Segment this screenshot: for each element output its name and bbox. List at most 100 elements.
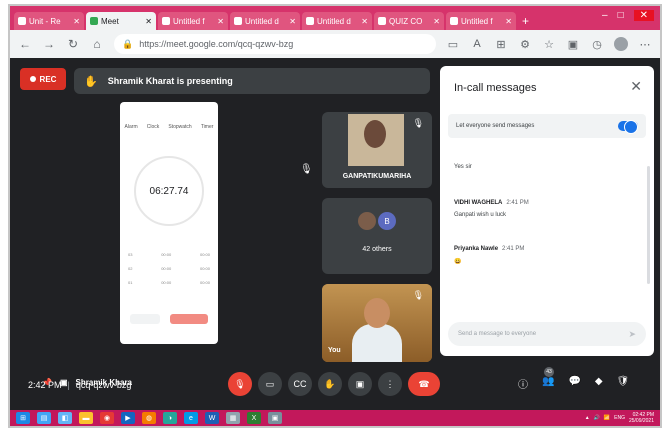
leave-call-button[interactable]: ☎ bbox=[408, 372, 440, 396]
activities-icon[interactable]: ◆ bbox=[595, 376, 603, 391]
tab[interactable]: Untitled d ✕ bbox=[302, 12, 372, 30]
self-tile[interactable]: 🎙 You bbox=[322, 284, 432, 362]
captions-button[interactable]: CC bbox=[288, 372, 312, 396]
participant-tile[interactable]: 🎙 GANPATIKUMARIHA bbox=[322, 112, 432, 188]
more-menu-icon[interactable]: ⋯ bbox=[638, 38, 652, 51]
apps-icon[interactable]: ⊞ bbox=[494, 38, 508, 51]
mic-off-icon: 🎙 bbox=[300, 164, 313, 175]
tab-close-icon[interactable]: ✕ bbox=[289, 17, 296, 26]
tab-close-icon[interactable]: ✕ bbox=[217, 17, 224, 26]
mic-toggle-button[interactable]: 🎙 bbox=[228, 372, 252, 396]
volume-icon[interactable]: 🔊 bbox=[594, 415, 600, 421]
lap-row: 02 00:00 00:00 bbox=[128, 266, 210, 272]
tab-active[interactable]: Meet ✕ bbox=[86, 12, 156, 30]
maximize-button[interactable]: □ bbox=[618, 10, 624, 21]
tab-close-icon[interactable]: ✕ bbox=[145, 17, 152, 26]
history-icon[interactable]: ◷ bbox=[590, 38, 604, 51]
new-tab-button[interactable]: + bbox=[522, 12, 529, 30]
send-icon[interactable]: ➤ bbox=[628, 329, 636, 340]
avatar bbox=[358, 212, 376, 230]
stopwatch-tab: Timer bbox=[200, 124, 214, 130]
tab[interactable]: Untitled f ✕ bbox=[158, 12, 228, 30]
chrome-icon[interactable]: ◉ bbox=[100, 412, 114, 424]
lap-time: 00:00 bbox=[161, 252, 172, 257]
collections-icon[interactable]: ▣ bbox=[566, 38, 580, 51]
close-icon[interactable]: ✕ bbox=[630, 78, 642, 95]
self-name: You bbox=[328, 347, 341, 354]
home-icon[interactable]: ⌂ bbox=[90, 37, 104, 51]
meeting-time: 2:42 PM bbox=[28, 380, 62, 390]
chat-message-input[interactable]: Send a message to everyone ➤ bbox=[448, 322, 646, 346]
excel-icon[interactable]: X bbox=[247, 412, 261, 424]
chat-scrollbar[interactable] bbox=[647, 166, 650, 284]
main-presentation: Alarm Clock Stopwatch Timer 06:27.74 03 0… bbox=[20, 102, 320, 387]
tab[interactable]: Unit - Re ✕ bbox=[14, 12, 84, 30]
app-icon[interactable]: ▣ bbox=[268, 412, 282, 424]
taskbar-clock[interactable]: 02:42 PM 25/09/2021 bbox=[629, 412, 654, 424]
chat-setting-toggle[interactable] bbox=[618, 120, 638, 134]
tab[interactable]: Untitled d ✕ bbox=[230, 12, 300, 30]
task-view-icon[interactable]: ▤ bbox=[37, 412, 51, 424]
others-tile[interactable]: B 42 others bbox=[322, 198, 432, 274]
camera-icon[interactable]: ▭ bbox=[446, 38, 460, 51]
language-indicator[interactable]: ENG bbox=[614, 415, 625, 421]
app-icon[interactable]: ◧ bbox=[58, 412, 72, 424]
tab-title: QUIZ CO bbox=[389, 16, 423, 26]
record-dot-icon bbox=[29, 76, 36, 82]
app-icon[interactable]: ◍ bbox=[142, 412, 156, 424]
mic-off-icon: 🎙 bbox=[412, 118, 424, 128]
file-explorer-icon[interactable]: ▬ bbox=[79, 412, 93, 424]
raise-hand-button[interactable]: ✋ bbox=[318, 372, 342, 396]
participants-count-badge: 43 bbox=[544, 367, 554, 377]
chat-icon[interactable]: 💬 bbox=[568, 376, 580, 391]
chat-panel: In-call messages ✕ Let everyone send mes… bbox=[440, 66, 654, 356]
camera-toggle-button[interactable]: ▭ bbox=[258, 372, 282, 396]
profile-avatar[interactable] bbox=[614, 37, 628, 51]
message-meta: Priyanka Nawle 2:41 PM bbox=[454, 246, 524, 252]
windows-taskbar: ⊞ ▤ ◧ ▬ ◉ ▶ ◍ ◑ e W ▦ X ▣ ▲ 🔊 📶 ENG 02:4… bbox=[10, 410, 660, 426]
forward-arrow-icon[interactable]: → bbox=[42, 37, 56, 51]
app-icon[interactable]: ▦ bbox=[226, 412, 240, 424]
presenting-text: Shramik Kharat is presenting bbox=[107, 76, 233, 86]
extensions-icon[interactable]: ⚙ bbox=[518, 38, 532, 51]
zoom-icon[interactable]: ▶ bbox=[121, 412, 135, 424]
stopwatch-tab: Stopwatch bbox=[168, 124, 192, 130]
favorites-icon[interactable]: ☆ bbox=[542, 38, 556, 51]
present-button[interactable]: ▣ bbox=[348, 372, 372, 396]
minimize-button[interactable]: – bbox=[602, 10, 608, 21]
back-arrow-icon[interactable]: ← bbox=[18, 37, 32, 51]
read-aloud-icon[interactable]: A bbox=[470, 38, 484, 50]
tab[interactable]: QUIZ CO ✕ bbox=[374, 12, 444, 30]
url-input[interactable]: 🔒 https://meet.google.com/qcq-qzwv-bzg bbox=[114, 34, 436, 54]
tab-favicon-icon bbox=[306, 17, 314, 25]
side-controls: ⓘ 👥 43 💬 ◆ 🛡 bbox=[518, 367, 630, 391]
tab-favicon-icon bbox=[18, 17, 26, 25]
close-window-button[interactable]: ✕ bbox=[633, 10, 654, 21]
word-icon[interactable]: W bbox=[205, 412, 219, 424]
tab-close-icon[interactable]: ✕ bbox=[361, 17, 368, 26]
tray-arrow-icon[interactable]: ▲ bbox=[585, 415, 590, 421]
tab-close-icon[interactable]: ✕ bbox=[433, 17, 440, 26]
lap-number: 02 bbox=[128, 266, 133, 271]
chat-setting-row: Let everyone send messages bbox=[448, 114, 646, 138]
app-icon[interactable]: ◑ bbox=[163, 412, 177, 424]
tab-title: Untitled f bbox=[173, 16, 205, 26]
tab-close-icon[interactable]: ✕ bbox=[73, 17, 80, 26]
others-count: 42 others bbox=[362, 246, 392, 253]
lap-total: 00:00 bbox=[199, 266, 210, 271]
people-icon[interactable]: 👥 43 bbox=[542, 367, 554, 391]
host-controls-icon[interactable]: 🛡 bbox=[617, 376, 630, 391]
more-options-button[interactable]: ⋮ bbox=[378, 372, 402, 396]
participant-name: GANPATIKUMARIHA bbox=[342, 173, 412, 180]
windows-start-icon[interactable]: ⊞ bbox=[16, 412, 30, 424]
stopwatch-tab: Alarm bbox=[124, 124, 138, 130]
tab-title: Meet bbox=[101, 16, 119, 26]
meeting-details-icon[interactable]: ⓘ bbox=[518, 376, 528, 391]
tab[interactable]: Untitled f ✕ bbox=[446, 12, 516, 30]
reload-icon[interactable]: ↻ bbox=[66, 37, 80, 51]
network-icon[interactable]: 📶 bbox=[604, 415, 610, 421]
chat-setting-label: Let everyone send messages bbox=[456, 123, 535, 129]
tab-close-icon[interactable]: ✕ bbox=[505, 17, 512, 26]
edge-icon[interactable]: e bbox=[184, 412, 198, 424]
message-text: 😀 bbox=[454, 259, 462, 265]
